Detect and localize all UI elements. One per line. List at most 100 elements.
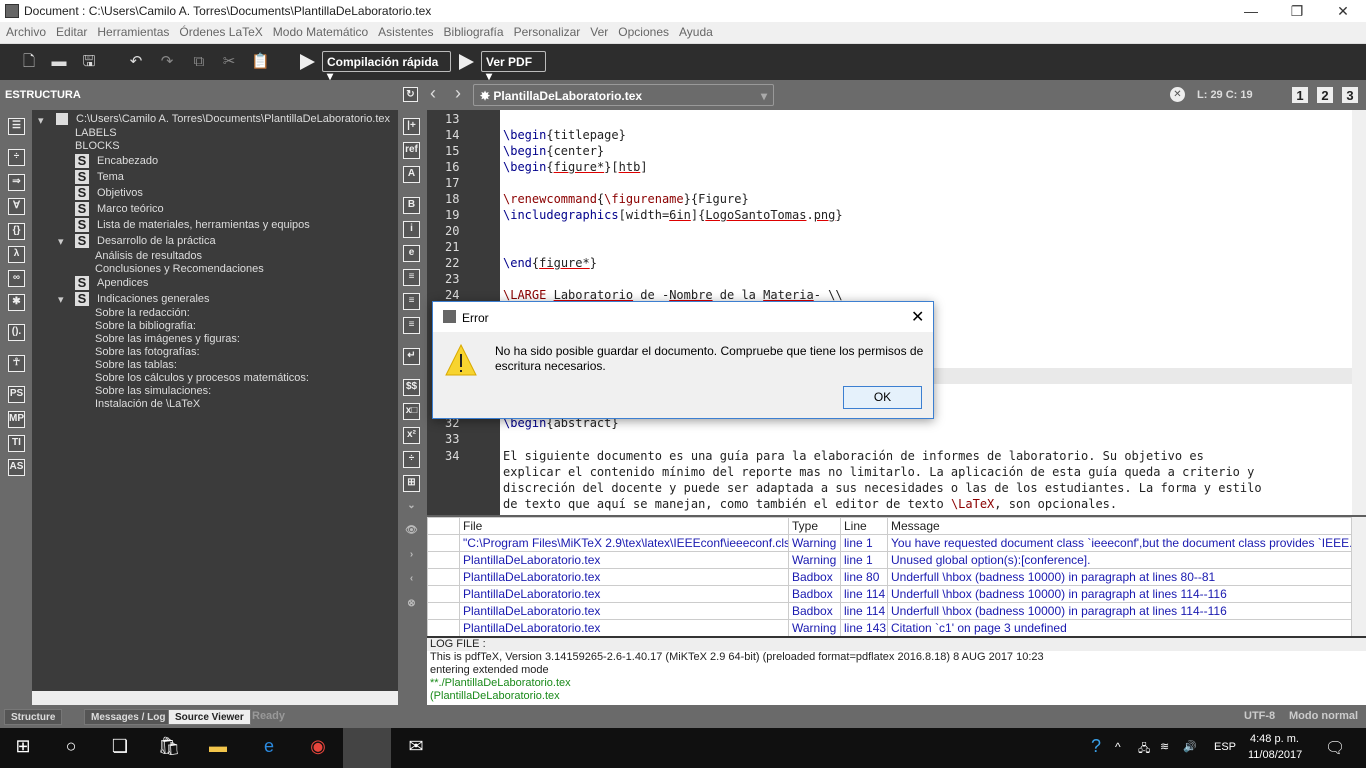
expand-arrow-icon[interactable]: ▾ — [38, 114, 44, 127]
list-icon[interactable]: ☰ — [8, 118, 25, 135]
language[interactable]: ESP — [1214, 741, 1236, 753]
menu-item[interactable]: Opciones — [612, 22, 673, 39]
close-button[interactable]: ✕ — [1320, 0, 1366, 22]
forward-icon[interactable]: › — [455, 83, 461, 104]
message-row[interactable]: PlantillaDeLaboratorio.tex Badbox line 80 U… — [427, 568, 1352, 586]
menu-item[interactable]: Editar — [50, 22, 91, 39]
tree-item[interactable]: S Apendices — [75, 276, 148, 290]
menu-item[interactable]: Herramientas — [91, 22, 173, 39]
clock-date[interactable]: 11/08/2017 — [1248, 749, 1302, 761]
view-1-button[interactable]: 1 — [1292, 87, 1308, 103]
code-line[interactable]: discreción del docente y puede ser adapt… — [503, 481, 1262, 495]
menu-item[interactable]: Archivo — [0, 22, 50, 39]
asterisk-icon[interactable]: ✱ — [8, 294, 25, 311]
tray-chevron-icon[interactable]: ^ — [1115, 740, 1121, 754]
close-file-icon[interactable]: ✕ — [1170, 87, 1185, 102]
redo-icon[interactable]: ↷ — [158, 53, 176, 71]
back-icon[interactable]: ‹ — [430, 83, 436, 104]
open-folder-icon[interactable]: ▬ — [50, 53, 68, 71]
maximize-button[interactable]: ❐ — [1274, 0, 1320, 22]
forall-icon[interactable]: ∀ — [8, 198, 25, 215]
column-message[interactable]: Message — [887, 517, 1352, 535]
compile-run-icon[interactable] — [300, 54, 315, 70]
task-view-icon[interactable]: ❏ — [107, 736, 133, 760]
lambda-icon[interactable]: λ — [8, 246, 25, 263]
italic-icon[interactable]: i — [403, 221, 420, 238]
column-type[interactable]: Type — [788, 517, 841, 535]
previous-icon[interactable]: ‹ — [403, 572, 420, 589]
tree-item[interactable]: Sobre las simulaciones: — [95, 385, 211, 397]
windows-start-icon[interactable]: ⊞ — [10, 736, 36, 760]
horizontal-scrollbar[interactable] — [32, 691, 398, 705]
tab-structure[interactable]: Structure — [4, 709, 63, 725]
align-center-icon[interactable]: ≡ — [403, 293, 420, 310]
new-file-icon[interactable]: 🗋 — [20, 53, 38, 71]
menu-item[interactable]: Ver — [584, 22, 612, 39]
bold-icon[interactable]: B — [403, 197, 420, 214]
edge-icon[interactable]: e — [256, 736, 282, 760]
asymptote-icon[interactable]: AS — [8, 459, 25, 476]
mail-icon[interactable]: ✉ — [403, 736, 429, 760]
code-line[interactable]: \begin{center} — [503, 144, 604, 158]
menu-item[interactable]: Bibliografía — [438, 22, 508, 39]
tree-item[interactable]: S Tema — [75, 170, 124, 184]
more-icon[interactable]: ⌄ — [403, 499, 420, 516]
save-icon[interactable]: 🖫 — [80, 53, 98, 71]
pstricks-icon[interactable]: PS — [8, 386, 25, 403]
matrix-icon[interactable]: ⊞ — [403, 475, 420, 492]
code-line[interactable]: \renewcommand{\figurename}{Figure} — [503, 192, 749, 206]
figure-icon[interactable]: ☥ — [8, 355, 25, 372]
tree-item[interactable]: S Marco teórico — [75, 202, 164, 216]
refresh-icon[interactable]: ↻ — [403, 87, 418, 102]
code-line[interactable]: explicar el contenido mínimo del reporte… — [503, 465, 1254, 479]
tree-item[interactable]: S Indicaciones generales — [75, 292, 210, 306]
code-line[interactable]: \begin{figure*}[htb] — [503, 160, 648, 174]
emph-icon[interactable]: e — [403, 245, 420, 262]
font-size-icon[interactable]: A — [403, 166, 420, 183]
fraction-icon[interactable]: ÷ — [403, 451, 420, 468]
metapost-icon[interactable]: MP — [8, 411, 25, 428]
tree-item[interactable]: Análisis de resultados — [95, 250, 202, 262]
compile-dropdown[interactable]: Compilación rápida ▾ — [322, 51, 451, 83]
next-icon[interactable]: › — [403, 548, 420, 565]
editor-scrollbar[interactable] — [1352, 110, 1366, 515]
tree-item[interactable]: Sobre la bibliografía: — [95, 320, 196, 332]
menu-item[interactable]: Ayuda — [673, 22, 717, 39]
newline-icon[interactable]: ↵ — [403, 348, 420, 365]
tab-source-viewer[interactable]: Source Viewer — [168, 709, 251, 725]
volume-icon[interactable]: 🔊 — [1183, 740, 1197, 753]
cut-icon[interactable]: ✂ — [220, 53, 238, 71]
braces-icon[interactable]: {} — [8, 223, 25, 240]
align-right-icon[interactable]: ≡ — [403, 317, 420, 334]
network-icon[interactable]: 🖧 — [1138, 740, 1150, 759]
copy-icon[interactable]: ⧉ — [190, 53, 208, 71]
log-file-panel[interactable]: LOG FILE : This is pdfTeX, Version 3.1415… — [427, 636, 1366, 705]
stop-icon[interactable]: ⊗ — [403, 597, 420, 614]
code-line[interactable]: El siguiente documento es una guía para … — [503, 449, 1204, 463]
superscript-icon[interactable]: x² — [403, 427, 420, 444]
subscript-icon[interactable]: x□ — [403, 403, 420, 420]
clock-time[interactable]: 4:48 p. m. — [1250, 733, 1299, 745]
code-line[interactable]: de texto que aquí se manejan, como tambi… — [503, 497, 1117, 511]
encoding[interactable]: UTF-8 — [1244, 710, 1275, 722]
message-row[interactable]: PlantillaDeLaboratorio.tex Badbox line 114… — [427, 585, 1352, 603]
message-row[interactable]: PlantillaDeLaboratorio.tex Badbox line 114… — [427, 602, 1352, 620]
preview-icon[interactable]: 👁 — [403, 524, 420, 541]
message-row[interactable]: PlantillaDeLaboratorio.tex Warning line 14… — [427, 619, 1352, 637]
menu-item[interactable]: Modo Matemático — [267, 22, 372, 39]
tree-root[interactable]: C:\Users\Camilo A. Torres\Documents\Plan… — [56, 113, 390, 126]
store-icon[interactable]: 🛍 — [156, 736, 182, 760]
tree-item[interactable]: S Desarrollo de la práctica — [75, 234, 216, 248]
ref-icon[interactable]: ref — [403, 142, 420, 159]
texmaker-icon[interactable] — [343, 728, 391, 768]
column-line[interactable]: Line — [840, 517, 888, 535]
tikz-icon[interactable]: TI — [8, 435, 25, 452]
menu-item[interactable]: Asistentes — [372, 22, 437, 39]
minimize-button[interactable]: — — [1228, 0, 1274, 22]
code-line[interactable]: \includegraphics[width=6in]{LogoSantoTom… — [503, 208, 843, 222]
tree-item[interactable]: S Lista de materiales, herramientas y equ… — [75, 218, 310, 232]
view-run-icon[interactable] — [459, 54, 474, 70]
dialog-close-button[interactable]: ✕ — [911, 307, 924, 327]
infinity-icon[interactable]: ∞ — [8, 270, 25, 287]
align-left-icon[interactable]: ≡ — [403, 269, 420, 286]
